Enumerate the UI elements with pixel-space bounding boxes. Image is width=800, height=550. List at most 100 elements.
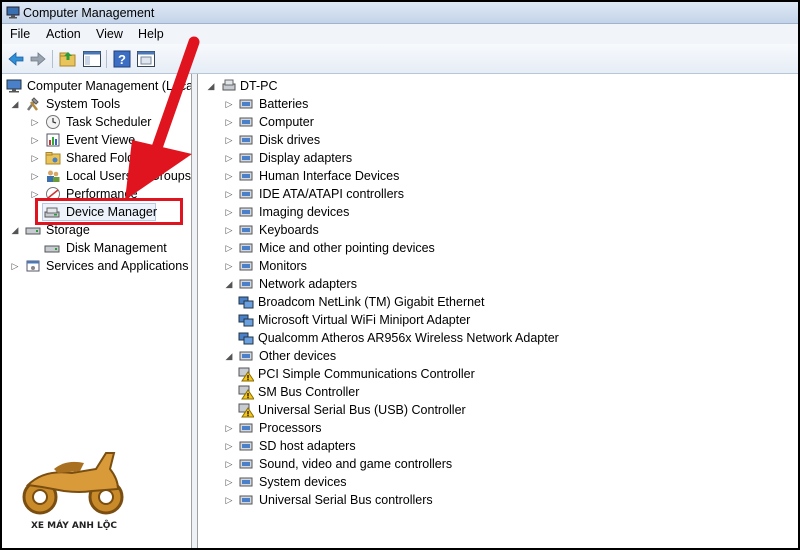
collapse-arrow-icon[interactable]: ◢ <box>10 224 20 236</box>
tree-item-computer-management[interactable]: Computer Management (Local <box>6 77 192 95</box>
computer-management-icon <box>6 79 22 93</box>
device-category-icon <box>239 99 253 109</box>
device-item[interactable]: Qualcomm Atheros AR956x Wireless Network… <box>238 329 778 347</box>
tree-label: SM Bus Controller <box>258 385 360 399</box>
tree-item-services-applications[interactable]: ▷ Services and Applications <box>10 257 190 275</box>
expand-arrow-icon[interactable]: ▷ <box>224 260 234 272</box>
expand-arrow-icon[interactable]: ▷ <box>224 476 234 488</box>
device-category[interactable]: ▷ Display adapters <box>224 149 764 167</box>
tree-item-event-viewer[interactable]: ▷ Event Viewe <box>30 131 190 149</box>
tree-item-system-tools[interactable]: ◢ System Tools <box>10 95 190 113</box>
help-icon[interactable]: ? <box>112 49 132 69</box>
unknown-device-warning-icon <box>238 403 254 418</box>
tree-label: Task Scheduler <box>66 115 152 129</box>
event-viewer-icon <box>46 133 60 147</box>
expand-arrow-icon[interactable]: ▷ <box>224 206 234 218</box>
device-item[interactable]: Universal Serial Bus (USB) Controller <box>238 401 778 419</box>
expand-arrow-icon[interactable]: ▷ <box>224 134 234 146</box>
expand-arrow-icon[interactable]: ▷ <box>30 170 40 182</box>
tree-item-shared-folders[interactable]: ▷ Shared Folde <box>30 149 190 167</box>
unknown-device-warning-icon <box>238 367 254 382</box>
toolbar: ? <box>2 44 798 74</box>
tree-label: Keyboards <box>259 223 319 237</box>
device-category[interactable]: ◢ Other devices <box>224 347 764 365</box>
device-tree-pane[interactable]: ◢ DT-PC ▷ Batteries ▷ Computer ▷ Disk drives ▷… <box>198 74 798 548</box>
expand-arrow-icon[interactable]: ▷ <box>224 422 234 434</box>
expand-arrow-icon[interactable]: ▷ <box>30 116 40 128</box>
device-category[interactable]: ▷ Universal Serial Bus controllers <box>224 491 764 509</box>
tree-label: SD host adapters <box>259 439 356 453</box>
show-hide-tree-icon[interactable] <box>82 49 102 69</box>
device-category[interactable]: ▷ Human Interface Devices <box>224 167 764 185</box>
collapse-arrow-icon[interactable]: ◢ <box>224 350 234 362</box>
expand-arrow-icon[interactable]: ▷ <box>224 242 234 254</box>
device-category[interactable]: ▷ Disk drives <box>224 131 764 149</box>
expand-arrow-icon[interactable]: ▷ <box>224 224 234 236</box>
expand-arrow-icon[interactable]: ▷ <box>10 260 20 272</box>
collapse-arrow-icon[interactable]: ◢ <box>224 278 234 290</box>
tree-label: System devices <box>259 475 347 489</box>
tree-item-local-users-groups[interactable]: ▷ Local Users a Groups <box>30 167 191 185</box>
device-category[interactable]: ▷ Imaging devices <box>224 203 764 221</box>
device-category[interactable]: ▷ Sound, video and game controllers <box>224 455 764 473</box>
tree-item-disk-management[interactable]: Disk Management <box>44 239 190 257</box>
tree-label: Local Users a <box>66 169 143 183</box>
device-category[interactable]: ▷ System devices <box>224 473 764 491</box>
expand-arrow-icon[interactable]: ▷ <box>224 458 234 470</box>
device-category-icon <box>239 171 253 181</box>
device-category-icon <box>239 351 253 361</box>
network-adapter-icon <box>238 332 254 345</box>
device-item[interactable]: SM Bus Controller <box>238 383 778 401</box>
device-category-icon <box>239 477 253 487</box>
device-category[interactable]: ▷ Mice and other pointing devices <box>224 239 764 257</box>
menu-action[interactable]: Action <box>46 27 81 41</box>
device-category[interactable]: ▷ Processors <box>224 419 764 437</box>
shared-folder-icon <box>45 152 61 165</box>
device-category[interactable]: ▷ Computer <box>224 113 764 131</box>
back-icon[interactable] <box>6 49 26 69</box>
watermark-logo: XE MÁY ANH LỘC <box>14 439 144 539</box>
expand-arrow-icon[interactable]: ▷ <box>224 188 234 200</box>
device-category[interactable]: ▷ SD host adapters <box>224 437 764 455</box>
properties-icon[interactable] <box>136 49 156 69</box>
forward-icon[interactable] <box>28 49 48 69</box>
device-category[interactable]: ▷ Batteries <box>224 95 764 113</box>
console-tree-pane[interactable]: Computer Management (Local ◢ System Tool… <box>2 74 192 548</box>
expand-arrow-icon[interactable]: ▷ <box>224 152 234 164</box>
expand-arrow-icon[interactable]: ▷ <box>224 98 234 110</box>
expand-arrow-icon[interactable]: ▷ <box>224 170 234 182</box>
tree-label: Network adapters <box>259 277 357 291</box>
tree-item-task-scheduler[interactable]: ▷ Task Scheduler <box>30 113 190 131</box>
network-adapter-icon <box>238 296 254 309</box>
device-category[interactable]: ▷ Keyboards <box>224 221 764 239</box>
menu-file[interactable]: File <box>10 27 30 41</box>
expand-arrow-icon[interactable]: ▷ <box>30 152 40 164</box>
tree-label: Human Interface Devices <box>259 169 400 183</box>
up-folder-icon[interactable] <box>58 49 78 69</box>
menu-help[interactable]: Help <box>138 27 164 41</box>
tree-label: Display adapters <box>259 151 353 165</box>
tree-label: Processors <box>259 421 322 435</box>
device-category-icon <box>239 459 253 469</box>
expand-arrow-icon[interactable]: ▷ <box>224 116 234 128</box>
device-item[interactable]: PCI Simple Communications Controller <box>238 365 778 383</box>
device-manager-highlight <box>35 198 183 225</box>
tree-label: Computer <box>259 115 314 129</box>
menu-view[interactable]: View <box>96 27 123 41</box>
tree-label: Imaging devices <box>259 205 350 219</box>
tree-label: PCI Simple Communications Controller <box>258 367 475 381</box>
device-category[interactable]: ◢ Network adapters <box>224 275 764 293</box>
device-item[interactable]: Broadcom NetLink (TM) Gigabit Ethernet <box>238 293 778 311</box>
device-tree-root[interactable]: ◢ DT-PC <box>206 77 406 95</box>
expand-arrow-icon[interactable]: ▷ <box>224 494 234 506</box>
tree-label: Computer Management (Local <box>27 79 192 93</box>
collapse-arrow-icon[interactable]: ◢ <box>206 80 216 92</box>
collapse-arrow-icon[interactable]: ◢ <box>10 98 20 110</box>
device-category[interactable]: ▷ IDE ATA/ATAPI controllers <box>224 185 764 203</box>
device-category[interactable]: ▷ Monitors <box>224 257 764 275</box>
expand-arrow-icon[interactable]: ▷ <box>224 440 234 452</box>
tree-label: Batteries <box>259 97 309 111</box>
device-item[interactable]: Microsoft Virtual WiFi Miniport Adapter <box>238 311 778 329</box>
expand-arrow-icon[interactable]: ▷ <box>30 134 40 146</box>
device-category-icon <box>239 207 253 217</box>
